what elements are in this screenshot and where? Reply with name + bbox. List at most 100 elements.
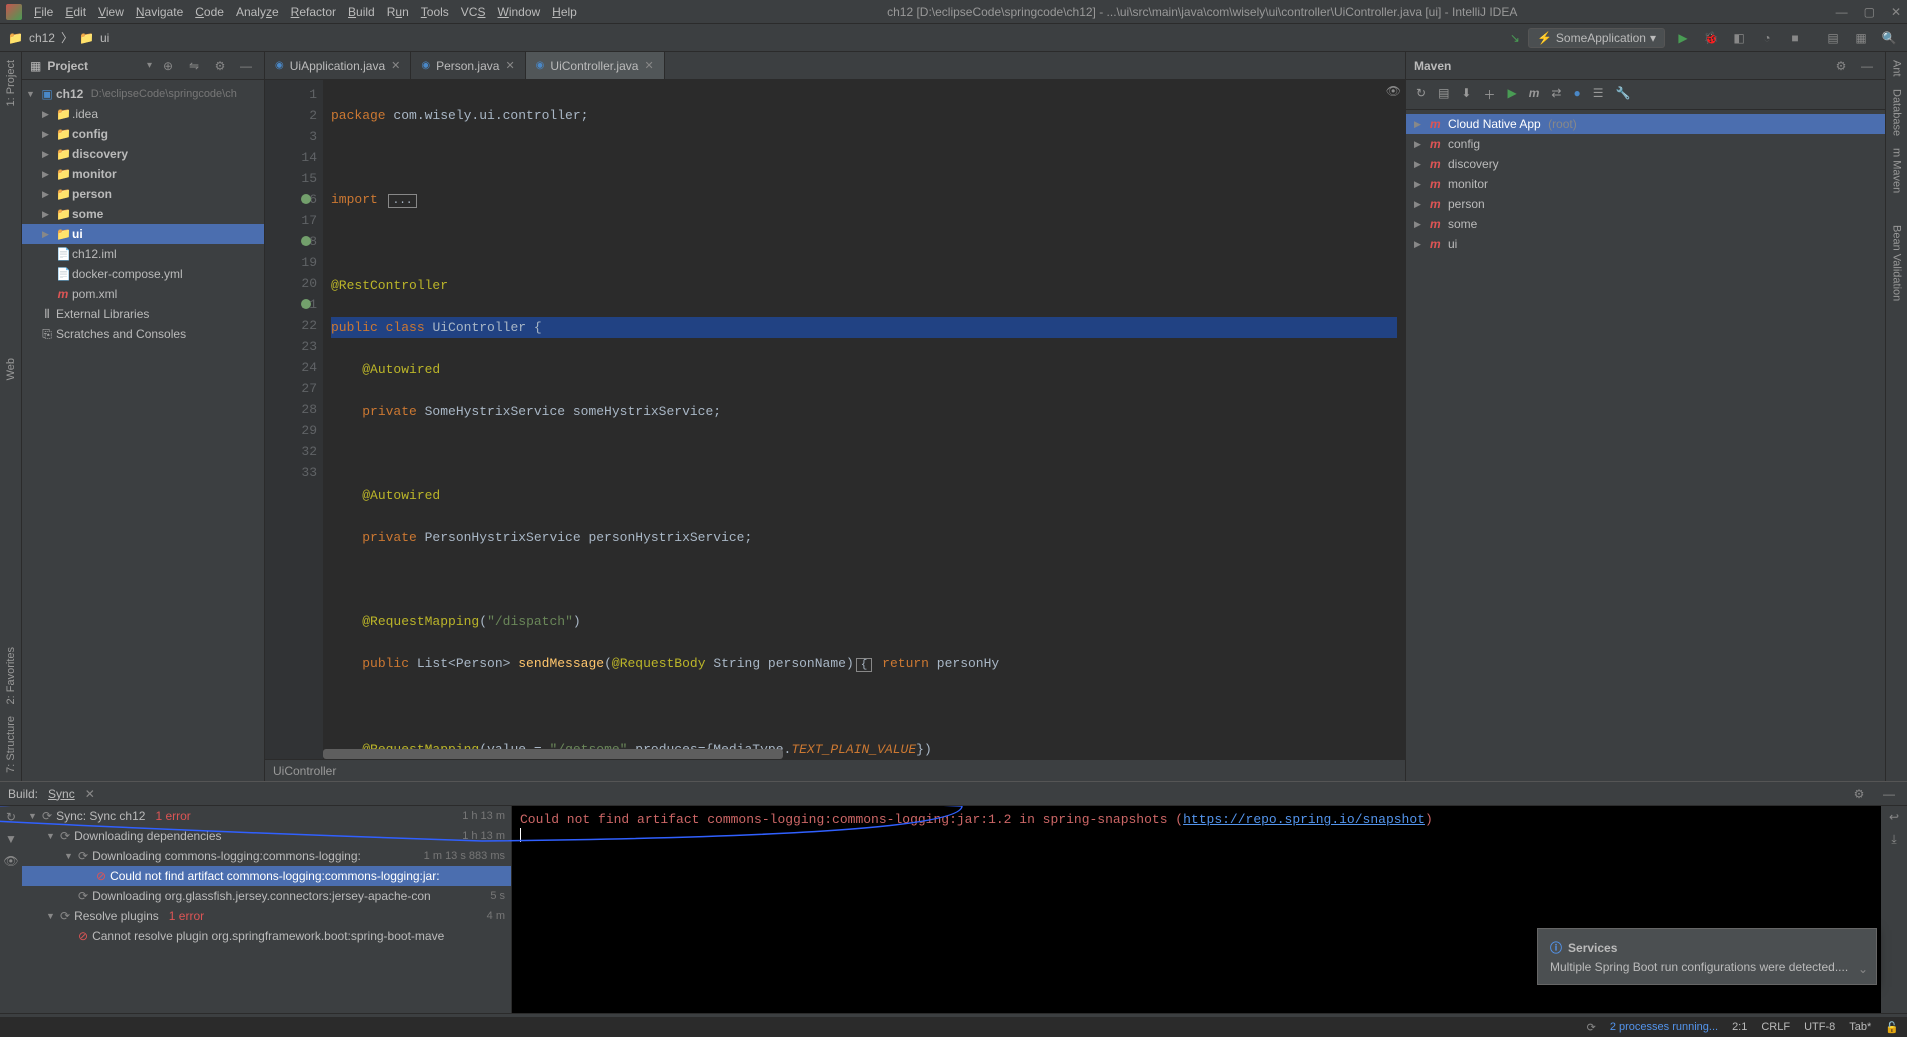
menu-run[interactable]: Run (387, 5, 409, 19)
menu-build[interactable]: Build (348, 5, 375, 19)
rail-maven[interactable]: m Maven (1891, 148, 1903, 193)
rerun-icon[interactable]: ↻ (6, 810, 16, 824)
maven-item[interactable]: ▶msome (1406, 214, 1885, 234)
debug-button-icon[interactable]: 🐞 (1701, 28, 1721, 48)
menu-navigate[interactable]: Navigate (136, 5, 183, 19)
stop-icon[interactable]: ■ (1785, 28, 1805, 48)
menu-edit[interactable]: Edit (65, 5, 86, 19)
gear-icon[interactable]: ⚙ (1849, 784, 1869, 804)
toggle-icon[interactable]: ⇄ (1551, 86, 1561, 103)
run-button-icon[interactable]: ▶ (1673, 28, 1693, 48)
code-pane[interactable]: package com.wisely.ui.controller; import… (323, 80, 1405, 759)
notification-popup[interactable]: ⓘServices Multiple Spring Boot run confi… (1537, 928, 1877, 985)
build-tree-item[interactable]: ▼⟳Downloading dependencies1 h 13 m (22, 826, 511, 846)
profile-icon[interactable]: ◔ (1757, 28, 1777, 48)
generate-icon[interactable]: ▤ (1438, 86, 1449, 103)
tree-item[interactable]: ▶📁.idea (22, 104, 264, 124)
download-icon[interactable]: ⬇ (1461, 86, 1471, 103)
scroll-icon[interactable]: ⤓ (1891, 832, 1896, 847)
close-icon[interactable]: ✕ (505, 59, 514, 72)
rail-web[interactable]: Web (5, 358, 17, 380)
run-maven-icon[interactable]: ▶ (1507, 86, 1516, 103)
coverage-icon[interactable]: ◧ (1729, 28, 1749, 48)
tree-item[interactable]: ▶📁config (22, 124, 264, 144)
tree-item[interactable]: ▶📁discovery (22, 144, 264, 164)
close-icon[interactable]: ✕ (644, 59, 653, 72)
console-link[interactable]: https://repo.spring.io/snapshot (1183, 812, 1425, 827)
maven-item[interactable]: ▶mCloud Native App (root) (1406, 114, 1885, 134)
sync-arrow-icon[interactable]: ↘ (1510, 31, 1520, 45)
wrap-icon[interactable]: ↩ (1889, 810, 1899, 824)
close-icon[interactable]: ✕ (85, 787, 95, 801)
tree-item[interactable]: ▶📁person (22, 184, 264, 204)
tab-person[interactable]: ◉ Person.java ✕ (411, 52, 525, 79)
build-tree[interactable]: ▼⟳Sync: Sync ch121 error1 h 13 m▼⟳Downlo… (22, 806, 512, 1013)
hide-icon[interactable]: — (1879, 784, 1899, 804)
encoding[interactable]: UTF-8 (1804, 1021, 1835, 1033)
rail-bean[interactable]: Bean Validation (1891, 225, 1903, 301)
maven-tree[interactable]: ▶mCloud Native App (root)▶mconfig▶mdisco… (1406, 110, 1885, 258)
build-tree-item[interactable]: ⊘Could not find artifact commons-logging… (22, 866, 511, 886)
maven-item[interactable]: ▶mperson (1406, 194, 1885, 214)
maven-item[interactable]: ▶mconfig (1406, 134, 1885, 154)
attach-icon[interactable]: ▤ (1823, 28, 1843, 48)
editor-breadcrumb[interactable]: UiController (265, 759, 1405, 781)
tab-uicontroller[interactable]: ◉ UiController.java ✕ (526, 52, 665, 79)
rail-ant[interactable]: Ant (1891, 60, 1903, 77)
chevron-down-icon[interactable]: ⌄ (1858, 962, 1868, 976)
m-icon[interactable]: m (1529, 86, 1540, 103)
tree-item[interactable]: ⫴External Libraries (22, 304, 264, 324)
menu-file[interactable]: File (34, 5, 53, 19)
search-icon[interactable]: 🔍 (1879, 28, 1899, 48)
maven-item[interactable]: ▶mdiscovery (1406, 154, 1885, 174)
build-tree-item[interactable]: ⊘Cannot resolve plugin org.springframewo… (22, 926, 511, 946)
horizontal-scrollbar[interactable] (323, 749, 783, 759)
tree-root[interactable]: ▼▣ ch12 D:\eclipseCode\springcode\ch (22, 84, 264, 104)
lock-icon[interactable]: 🔓 (1885, 1021, 1899, 1034)
breadcrumb-item[interactable]: ui (100, 31, 109, 45)
reader-mode-icon[interactable]: 👁 (1386, 84, 1401, 98)
build-tree-item[interactable]: ▼⟳Downloading commons-logging:commons-lo… (22, 846, 511, 866)
offline-icon[interactable]: ● (1573, 86, 1580, 103)
editor-body[interactable]: 12314151617181920212223242728293233 pack… (265, 80, 1405, 759)
tree-item[interactable]: ▶📁monitor (22, 164, 264, 184)
gear-icon[interactable]: ⚙ (210, 56, 230, 76)
close-icon[interactable]: ✕ (1891, 5, 1901, 19)
menu-analyze[interactable]: Analyze (236, 5, 279, 19)
tree-item[interactable]: mpom.xml (22, 284, 264, 304)
tree-item[interactable]: ▶📁some (22, 204, 264, 224)
menu-view[interactable]: View (98, 5, 124, 19)
close-icon[interactable]: ✕ (391, 59, 400, 72)
build-sync-tab[interactable]: Sync (48, 787, 75, 801)
tree-item[interactable]: 📄docker-compose.yml (22, 264, 264, 284)
tree-item[interactable]: ⎘Scratches and Consoles (22, 324, 264, 344)
build-tree-item[interactable]: ▼⟳Sync: Sync ch121 error1 h 13 m (22, 806, 511, 826)
rail-favorites[interactable]: 2: Favorites (5, 647, 17, 704)
rail-structure[interactable]: 7: Structure (5, 716, 17, 773)
menu-tools[interactable]: Tools (421, 5, 449, 19)
refresh-icon[interactable]: ↻ (1416, 86, 1426, 103)
rail-project[interactable]: 1: Project (5, 60, 17, 106)
gear-icon[interactable]: ⚙ (1831, 56, 1851, 76)
hide-icon[interactable]: — (236, 56, 256, 76)
build-tree-item[interactable]: ▼⟳Resolve plugins1 error4 m (22, 906, 511, 926)
maven-item[interactable]: ▶mui (1406, 234, 1885, 254)
project-tree[interactable]: ▼▣ ch12 D:\eclipseCode\springcode\ch ▶📁.… (22, 80, 264, 348)
breadcrumb-item[interactable]: ch12 (29, 31, 55, 45)
rail-database[interactable]: Database (1891, 89, 1903, 136)
minimize-icon[interactable]: — (1836, 5, 1848, 19)
build-tree-item[interactable]: ⟳Downloading org.glassfish.jersey.connec… (22, 886, 511, 906)
add-icon[interactable]: ＋ (1483, 86, 1495, 103)
eye-icon[interactable]: 👁 (3, 854, 18, 868)
line-sep[interactable]: CRLF (1761, 1021, 1790, 1033)
maximize-icon[interactable]: ▢ (1864, 5, 1875, 19)
run-config-dropdown[interactable]: ⚡ SomeApplication ▾ (1528, 28, 1665, 48)
layout-icon[interactable]: ▦ (1851, 28, 1871, 48)
tree-item[interactable]: ▶📁ui (22, 224, 264, 244)
indent[interactable]: Tab* (1849, 1021, 1871, 1033)
tab-uiapplication[interactable]: ◉ UiApplication.java ✕ (265, 52, 411, 79)
filter-icon[interactable]: ▼ (5, 832, 17, 846)
menu-window[interactable]: Window (497, 5, 540, 19)
menu-help[interactable]: Help (552, 5, 577, 19)
hide-icon[interactable]: — (1857, 56, 1877, 76)
